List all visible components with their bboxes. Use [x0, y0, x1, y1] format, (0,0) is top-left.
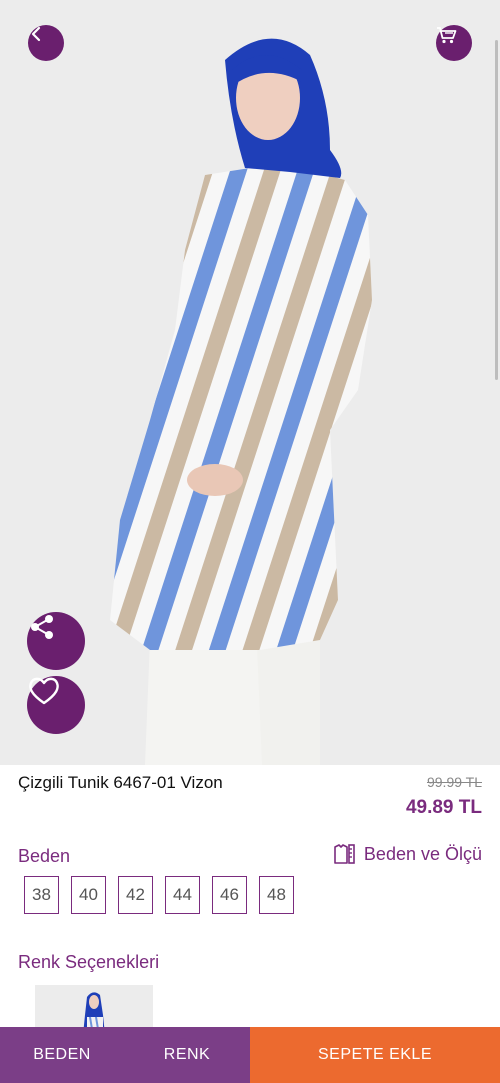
old-price: 99.99 TL	[426, 774, 482, 790]
heart-icon	[29, 677, 59, 705]
cart-icon	[437, 27, 457, 44]
size-option-46[interactable]: 46	[212, 876, 247, 914]
size-option-42[interactable]: 42	[118, 876, 153, 914]
add-to-cart-button[interactable]: SEPETE EKLE	[250, 1027, 500, 1083]
ruler-icon	[334, 844, 355, 864]
size-tab-button[interactable]: BEDEN	[0, 1027, 124, 1083]
size-section-label: Beden	[18, 846, 71, 866]
size-guide-link[interactable]: Beden ve Ölçü	[332, 843, 482, 865]
product-image[interactable]	[0, 0, 500, 765]
size-option-38[interactable]: 38	[24, 876, 59, 914]
size-option-40[interactable]: 40	[71, 876, 106, 914]
chevron-left-icon	[31, 26, 41, 42]
bottom-action-bar: BEDEN RENK SEPETE EKLE	[0, 1027, 500, 1083]
favorite-button[interactable]	[27, 676, 85, 734]
size-option-44[interactable]: 44	[165, 876, 200, 914]
product-title: Çizgili Tunik 6467-01 Vizon	[18, 773, 223, 792]
cart-button[interactable]	[436, 25, 472, 61]
share-icon	[31, 615, 53, 639]
share-button[interactable]	[27, 612, 85, 670]
size-guide-label: Beden ve Ölçü	[363, 843, 482, 864]
size-option-48[interactable]: 48	[259, 876, 294, 914]
size-options: 38 40 42 44 46 48	[24, 876, 294, 914]
current-price: 49.89 TL	[405, 797, 482, 818]
color-options-label: Renk Seçenekleri	[18, 952, 160, 972]
scrollbar[interactable]	[495, 40, 498, 380]
color-tab-button[interactable]: RENK	[124, 1027, 250, 1083]
back-button[interactable]	[28, 25, 64, 61]
